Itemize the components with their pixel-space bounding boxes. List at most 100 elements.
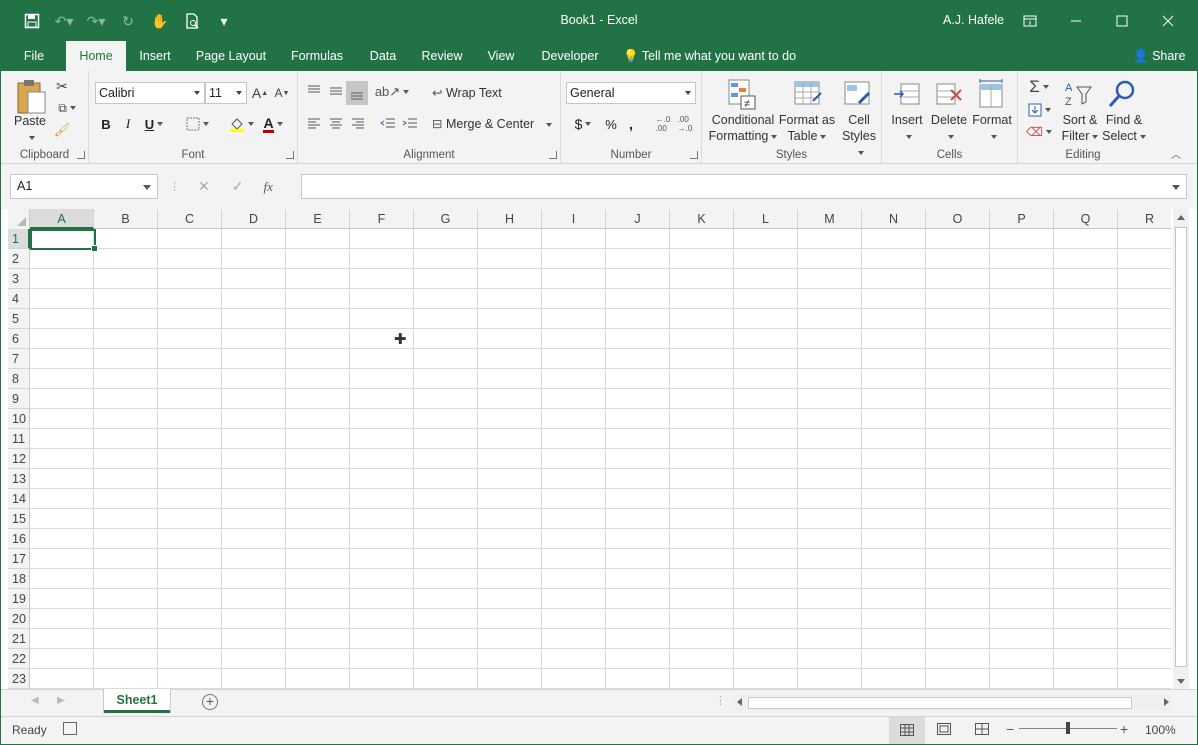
row-header[interactable]: 18 [8, 569, 30, 589]
row-header[interactable]: 10 [8, 409, 30, 429]
column-header[interactable]: I [542, 209, 606, 229]
format-cells-button[interactable]: Format [970, 112, 1014, 144]
active-cell[interactable] [30, 229, 98, 252]
sort-filter-icon[interactable]: AZ [1062, 77, 1094, 111]
find-select-button[interactable]: Find & Select [1102, 112, 1146, 144]
fill-color-icon[interactable] [227, 115, 255, 133]
enter-icon[interactable]: ✓ [232, 178, 244, 195]
font-name-combo[interactable]: Calibri [95, 82, 205, 104]
percent-button[interactable]: % [601, 115, 621, 133]
row-header[interactable]: 2 [8, 249, 30, 269]
increase-font-icon[interactable]: A ▲ [251, 84, 269, 102]
zoom-in-icon[interactable]: + [1120, 721, 1128, 737]
increase-decimal-icon[interactable]: ←.0.00 [653, 115, 673, 133]
format-cells-icon[interactable] [976, 77, 1006, 111]
vertical-scroll-thumb[interactable] [1175, 227, 1187, 667]
select-all-button[interactable] [8, 209, 30, 229]
cut-icon[interactable]: ✂ [53, 77, 71, 95]
column-header[interactable]: R [1118, 209, 1171, 229]
collapse-ribbon-icon[interactable]: ︿ [1169, 147, 1183, 161]
zoom-slider-thumb[interactable] [1066, 722, 1070, 734]
column-header[interactable]: A [30, 209, 94, 229]
row-header[interactable]: 5 [8, 309, 30, 329]
conditional-formatting-button[interactable]: Conditional Formatting [704, 112, 782, 144]
tab-developer[interactable]: Developer [533, 41, 607, 71]
row-header[interactable]: 8 [8, 369, 30, 389]
insert-function-icon[interactable]: fx [263, 179, 272, 195]
column-header[interactable]: M [798, 209, 862, 229]
column-header[interactable]: Q [1054, 209, 1118, 229]
tab-file[interactable]: File [13, 41, 55, 71]
insert-cells-icon[interactable] [892, 77, 922, 111]
column-header[interactable]: P [990, 209, 1054, 229]
close-icon[interactable] [1153, 11, 1183, 31]
column-header[interactable]: G [414, 209, 478, 229]
tab-formulas[interactable]: Formulas [283, 41, 351, 71]
column-header[interactable]: F [350, 209, 414, 229]
cell-styles-icon[interactable] [842, 77, 874, 111]
delete-cells-icon[interactable] [934, 77, 964, 111]
font-color-icon[interactable]: A [259, 115, 287, 133]
decrease-decimal-icon[interactable]: .00 →.0 [675, 115, 695, 133]
worksheet-grid[interactable]: ABCDEFGHIJKLMNOPQR 1 2 3 4 5 6 7 8 9 10 11 12 13 14 15… [8, 209, 1171, 689]
next-sheet-icon[interactable]: ▶ [57, 695, 65, 706]
underline-button[interactable]: U [141, 115, 167, 133]
name-box[interactable]: A1 [10, 174, 158, 199]
delete-cells-button[interactable]: Delete [930, 112, 968, 144]
tab-data[interactable]: Data [361, 41, 405, 71]
insert-cells-button[interactable]: Insert [888, 112, 926, 144]
align-center-icon[interactable] [326, 115, 346, 133]
column-header[interactable]: D [222, 209, 286, 229]
sheet-tab-sheet1[interactable]: Sheet1 [104, 689, 170, 713]
row-header[interactable]: 21 [8, 629, 30, 649]
row-header[interactable]: 1 [8, 229, 30, 249]
row-header[interactable]: 19 [8, 589, 30, 609]
middle-align-icon[interactable] [326, 81, 346, 101]
row-header[interactable]: 6 [8, 329, 30, 349]
tab-page-layout[interactable]: Page Layout [189, 41, 273, 71]
row-header[interactable]: 13 [8, 469, 30, 489]
row-header[interactable]: 3 [8, 269, 30, 289]
row-header[interactable]: 17 [8, 549, 30, 569]
comma-button[interactable]: , [623, 115, 639, 133]
cell-area[interactable] [30, 229, 1171, 689]
borders-icon[interactable] [183, 115, 211, 133]
column-header[interactable]: C [158, 209, 222, 229]
column-header[interactable]: O [926, 209, 990, 229]
zoom-out-icon[interactable]: − [1006, 721, 1014, 737]
zoom-level[interactable]: 100% [1145, 723, 1176, 737]
tab-home[interactable]: Home [66, 41, 126, 72]
find-select-icon[interactable] [1106, 77, 1138, 111]
number-launcher-icon[interactable] [690, 151, 698, 159]
row-header[interactable]: 22 [8, 649, 30, 669]
merge-center-button[interactable]: ⊟ Merge & Center [432, 116, 552, 134]
font-size-combo[interactable]: 11 [205, 82, 247, 104]
column-header[interactable]: J [606, 209, 670, 229]
maximize-icon[interactable] [1107, 11, 1137, 31]
alignment-launcher-icon[interactable] [549, 151, 557, 159]
horizontal-scrollbar[interactable] [734, 695, 1172, 711]
row-header[interactable]: 23 [8, 669, 30, 689]
font-launcher-icon[interactable] [286, 151, 294, 159]
clear-icon[interactable]: ⌫ [1024, 123, 1054, 141]
column-header[interactable]: B [94, 209, 158, 229]
top-align-icon[interactable] [304, 81, 324, 101]
decrease-indent-icon[interactable] [378, 115, 398, 133]
scroll-left-icon[interactable] [737, 698, 742, 706]
decrease-font-icon[interactable]: A ▼ [273, 84, 291, 102]
paste-button[interactable]: Paste [9, 113, 51, 145]
share-button[interactable]: 👤 Share [1133, 41, 1185, 71]
normal-view-button[interactable] [889, 717, 925, 744]
number-format-combo[interactable]: General [566, 82, 696, 104]
row-header[interactable]: 14 [8, 489, 30, 509]
split-handle-icon[interactable]: ⋮ [715, 694, 726, 707]
tab-review[interactable]: Review [415, 41, 469, 71]
currency-button[interactable]: $ [569, 115, 597, 133]
clipboard-launcher-icon[interactable] [77, 151, 85, 159]
bottom-align-icon[interactable] [346, 81, 368, 105]
conditional-formatting-icon[interactable]: ≠ [726, 77, 758, 111]
page-layout-view-icon[interactable] [937, 723, 951, 738]
column-header[interactable]: K [670, 209, 734, 229]
page-break-preview-icon[interactable] [975, 723, 989, 738]
format-as-table-icon[interactable] [792, 77, 824, 111]
